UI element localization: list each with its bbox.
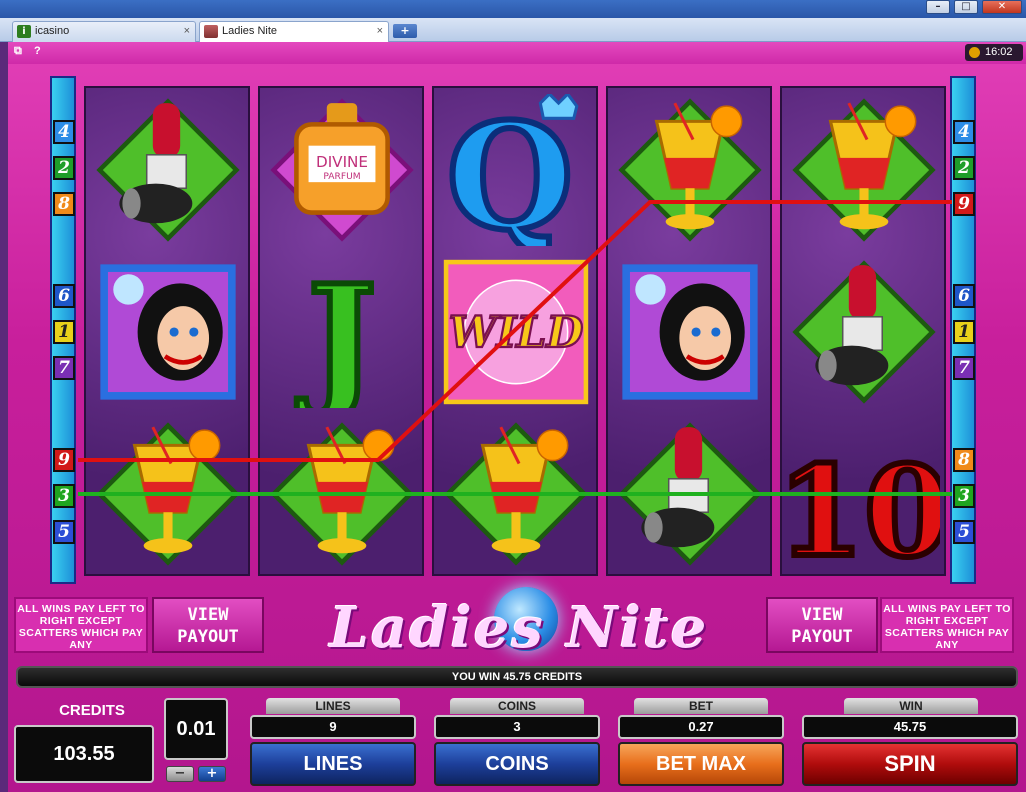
coins-value: 3 <box>434 715 600 739</box>
tab-label: icasino <box>35 25 70 37</box>
coin-denomination: 0.01 <box>164 698 228 760</box>
logo-text: Ladies Nite <box>329 595 709 661</box>
lines-button[interactable]: LINES <box>250 742 416 786</box>
help-icon[interactable]: ? <box>34 45 41 57</box>
symbol-wild: WILD <box>436 252 596 412</box>
symbol-perfume: DIVINE PARFUM <box>262 90 422 250</box>
decrease-denomination-button[interactable]: − <box>166 766 194 782</box>
payline-badge[interactable]: 8 <box>953 448 975 472</box>
view-payout-button-left[interactable]: VIEW PAYOUT <box>152 597 264 653</box>
bet-label: BET <box>634 698 768 714</box>
payline-badge[interactable]: 2 <box>53 156 75 180</box>
symbol-cocktail <box>610 90 770 250</box>
payline-badge[interactable]: 7 <box>53 356 75 380</box>
payline-badge[interactable]: 4 <box>53 120 75 144</box>
symbol-cocktail <box>88 414 248 574</box>
symbol-j: J <box>262 252 422 412</box>
credits-value: 103.55 <box>14 725 154 783</box>
perfume-sub-text: PARFUM <box>323 172 360 182</box>
clock-time: 16:02 <box>985 46 1013 58</box>
credits-label: CREDITS <box>59 702 125 719</box>
symbol-cocktail <box>262 414 422 574</box>
window-titlebar: – □ ✕ <box>0 0 1026 18</box>
payline-badge[interactable]: 5 <box>953 520 975 544</box>
perfume-brand-text: DIVINE <box>316 153 368 171</box>
symbol-lady <box>610 252 770 412</box>
symbol-cocktail <box>784 90 944 250</box>
symbol-lipstick <box>88 90 248 250</box>
tab-icasino[interactable]: i icasino × <box>12 21 196 42</box>
increase-denomination-button[interactable]: + <box>198 766 226 782</box>
symbol-ten: 10 <box>784 414 944 574</box>
lines-value: 9 <box>250 715 416 739</box>
payline-badge[interactable]: 6 <box>53 284 75 308</box>
symbol-lipstick <box>784 252 944 412</box>
symbol-lady <box>88 252 248 412</box>
payline-badge[interactable]: 1 <box>953 320 975 344</box>
j-text: J <box>296 256 376 408</box>
reel-5: 10 <box>780 86 946 576</box>
info-icon: i <box>17 25 31 38</box>
payline-badge[interactable]: 8 <box>53 192 75 216</box>
minimize-button[interactable]: – <box>926 0 950 14</box>
window-icon[interactable]: ⧉ <box>14 45 22 58</box>
payline-badge[interactable]: 2 <box>953 156 975 180</box>
payline-badge[interactable]: 1 <box>53 320 75 344</box>
rules-text-right: ALL WINS PAY LEFT TO RIGHT EXCEPT SCATTE… <box>880 597 1014 653</box>
lines-label: LINES <box>266 698 400 714</box>
win-message-bar: YOU WIN 45.75 CREDITS <box>16 666 1018 688</box>
game-toolbar: ⧉ ? 16:02 <box>8 42 1026 64</box>
payline-badge[interactable]: 9 <box>953 192 975 216</box>
symbol-cocktail <box>436 414 596 574</box>
rules-text-left: ALL WINS PAY LEFT TO RIGHT EXCEPT SCATTE… <box>14 597 148 653</box>
payline-badge[interactable]: 6 <box>953 284 975 308</box>
tab-bar: i icasino × Ladies Nite × + <box>0 18 1026 42</box>
payline-badge[interactable]: 5 <box>53 520 75 544</box>
symbol-lipstick <box>610 414 770 574</box>
tab-close-icon[interactable]: × <box>377 22 383 41</box>
app-window: – □ ✕ i icasino × Ladies Nite × + ⧉ ? 16… <box>0 0 1026 792</box>
right-payline-column: 4 2 9 6 1 7 8 3 5 <box>950 76 976 584</box>
tab-ladies-nite[interactable]: Ladies Nite × <box>199 21 389 42</box>
clock: 16:02 <box>965 44 1023 61</box>
payline-badge[interactable]: 9 <box>53 448 75 472</box>
reel-3: Q WILD <box>432 86 598 576</box>
close-window-button[interactable]: ✕ <box>982 0 1022 14</box>
tab-label: Ladies Nite <box>222 25 278 37</box>
payline-badge[interactable]: 3 <box>53 484 75 508</box>
bet-max-button[interactable]: BET MAX <box>618 742 784 786</box>
game-area: ⧉ ? 16:02 4 2 8 6 1 7 9 3 5 4 2 9 6 1 7 … <box>8 42 1026 792</box>
coins-button[interactable]: COINS <box>434 742 600 786</box>
spin-button[interactable]: SPIN <box>802 742 1018 786</box>
new-tab-button[interactable]: + <box>393 24 417 38</box>
game-favicon-icon <box>204 25 218 38</box>
symbol-q: Q <box>436 90 596 250</box>
tab-close-icon[interactable]: × <box>184 22 190 41</box>
ten-text: 10 <box>788 439 940 570</box>
clock-icon <box>969 47 980 58</box>
payline-badge[interactable]: 7 <box>953 356 975 380</box>
wild-text: WILD <box>449 308 584 358</box>
game-logo: Ladies Nite <box>304 587 734 667</box>
left-payline-column: 4 2 8 6 1 7 9 3 5 <box>50 76 76 584</box>
reel-4 <box>606 86 772 576</box>
win-label: WIN <box>844 698 978 714</box>
win-value: 45.75 <box>802 715 1018 739</box>
bet-value: 0.27 <box>618 715 784 739</box>
maximize-button[interactable]: □ <box>954 0 978 14</box>
view-payout-button-right[interactable]: VIEW PAYOUT <box>766 597 878 653</box>
q-text: Q <box>446 94 573 246</box>
payline-badge[interactable]: 3 <box>953 484 975 508</box>
payline-badge[interactable]: 4 <box>953 120 975 144</box>
reel-2: DIVINE PARFUM J <box>258 86 424 576</box>
coins-label: COINS <box>450 698 584 714</box>
reel-1 <box>84 86 250 576</box>
